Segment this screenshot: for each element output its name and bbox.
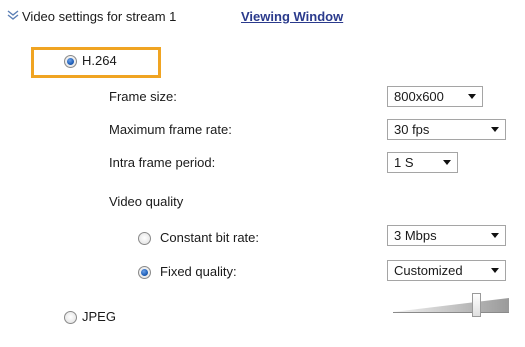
video-quality-heading: Video quality <box>109 194 184 209</box>
frame-size-value: 800x600 <box>394 89 444 104</box>
quality-slider-thumb[interactable] <box>472 293 481 317</box>
chevron-down-icon <box>443 160 451 165</box>
fixed-quality-label: Fixed quality: <box>160 264 237 279</box>
chevron-down-icon <box>491 268 499 273</box>
fixed-quality-select[interactable]: Customized <box>387 260 506 281</box>
jpeg-label: JPEG <box>82 309 116 324</box>
section-title: Video settings for stream 1 <box>22 9 177 24</box>
jpeg-radio[interactable] <box>64 311 77 324</box>
fixed-quality-value: Customized <box>394 263 463 278</box>
constant-bit-rate-value: 3 Mbps <box>394 228 437 243</box>
intra-frame-period-select[interactable]: 1 S <box>387 152 458 173</box>
constant-bit-rate-label: Constant bit rate: <box>160 230 259 245</box>
viewing-window-link[interactable]: Viewing Window <box>241 9 343 24</box>
chevron-down-icon <box>491 233 499 238</box>
max-frame-rate-value: 30 fps <box>394 122 430 137</box>
frame-size-label: Frame size: <box>109 89 177 104</box>
intra-frame-period-label: Intra frame period: <box>109 155 216 170</box>
constant-bit-rate-select[interactable]: 3 Mbps <box>387 225 506 246</box>
chevron-down-icon <box>491 127 499 132</box>
max-frame-rate-label: Maximum frame rate: <box>109 122 232 137</box>
intra-frame-period-value: 1 S <box>394 155 414 170</box>
fixed-quality-radio[interactable] <box>138 266 151 279</box>
constant-bit-rate-radio[interactable] <box>138 232 151 245</box>
frame-size-select[interactable]: 800x600 <box>387 86 483 107</box>
h264-label: H.264 <box>82 53 117 68</box>
max-frame-rate-select[interactable]: 30 fps <box>387 119 506 140</box>
chevron-down-icon <box>468 94 476 99</box>
h264-radio[interactable] <box>64 55 77 68</box>
double-chevron-down-icon[interactable] <box>6 10 20 20</box>
quality-slider-track[interactable] <box>393 293 509 317</box>
